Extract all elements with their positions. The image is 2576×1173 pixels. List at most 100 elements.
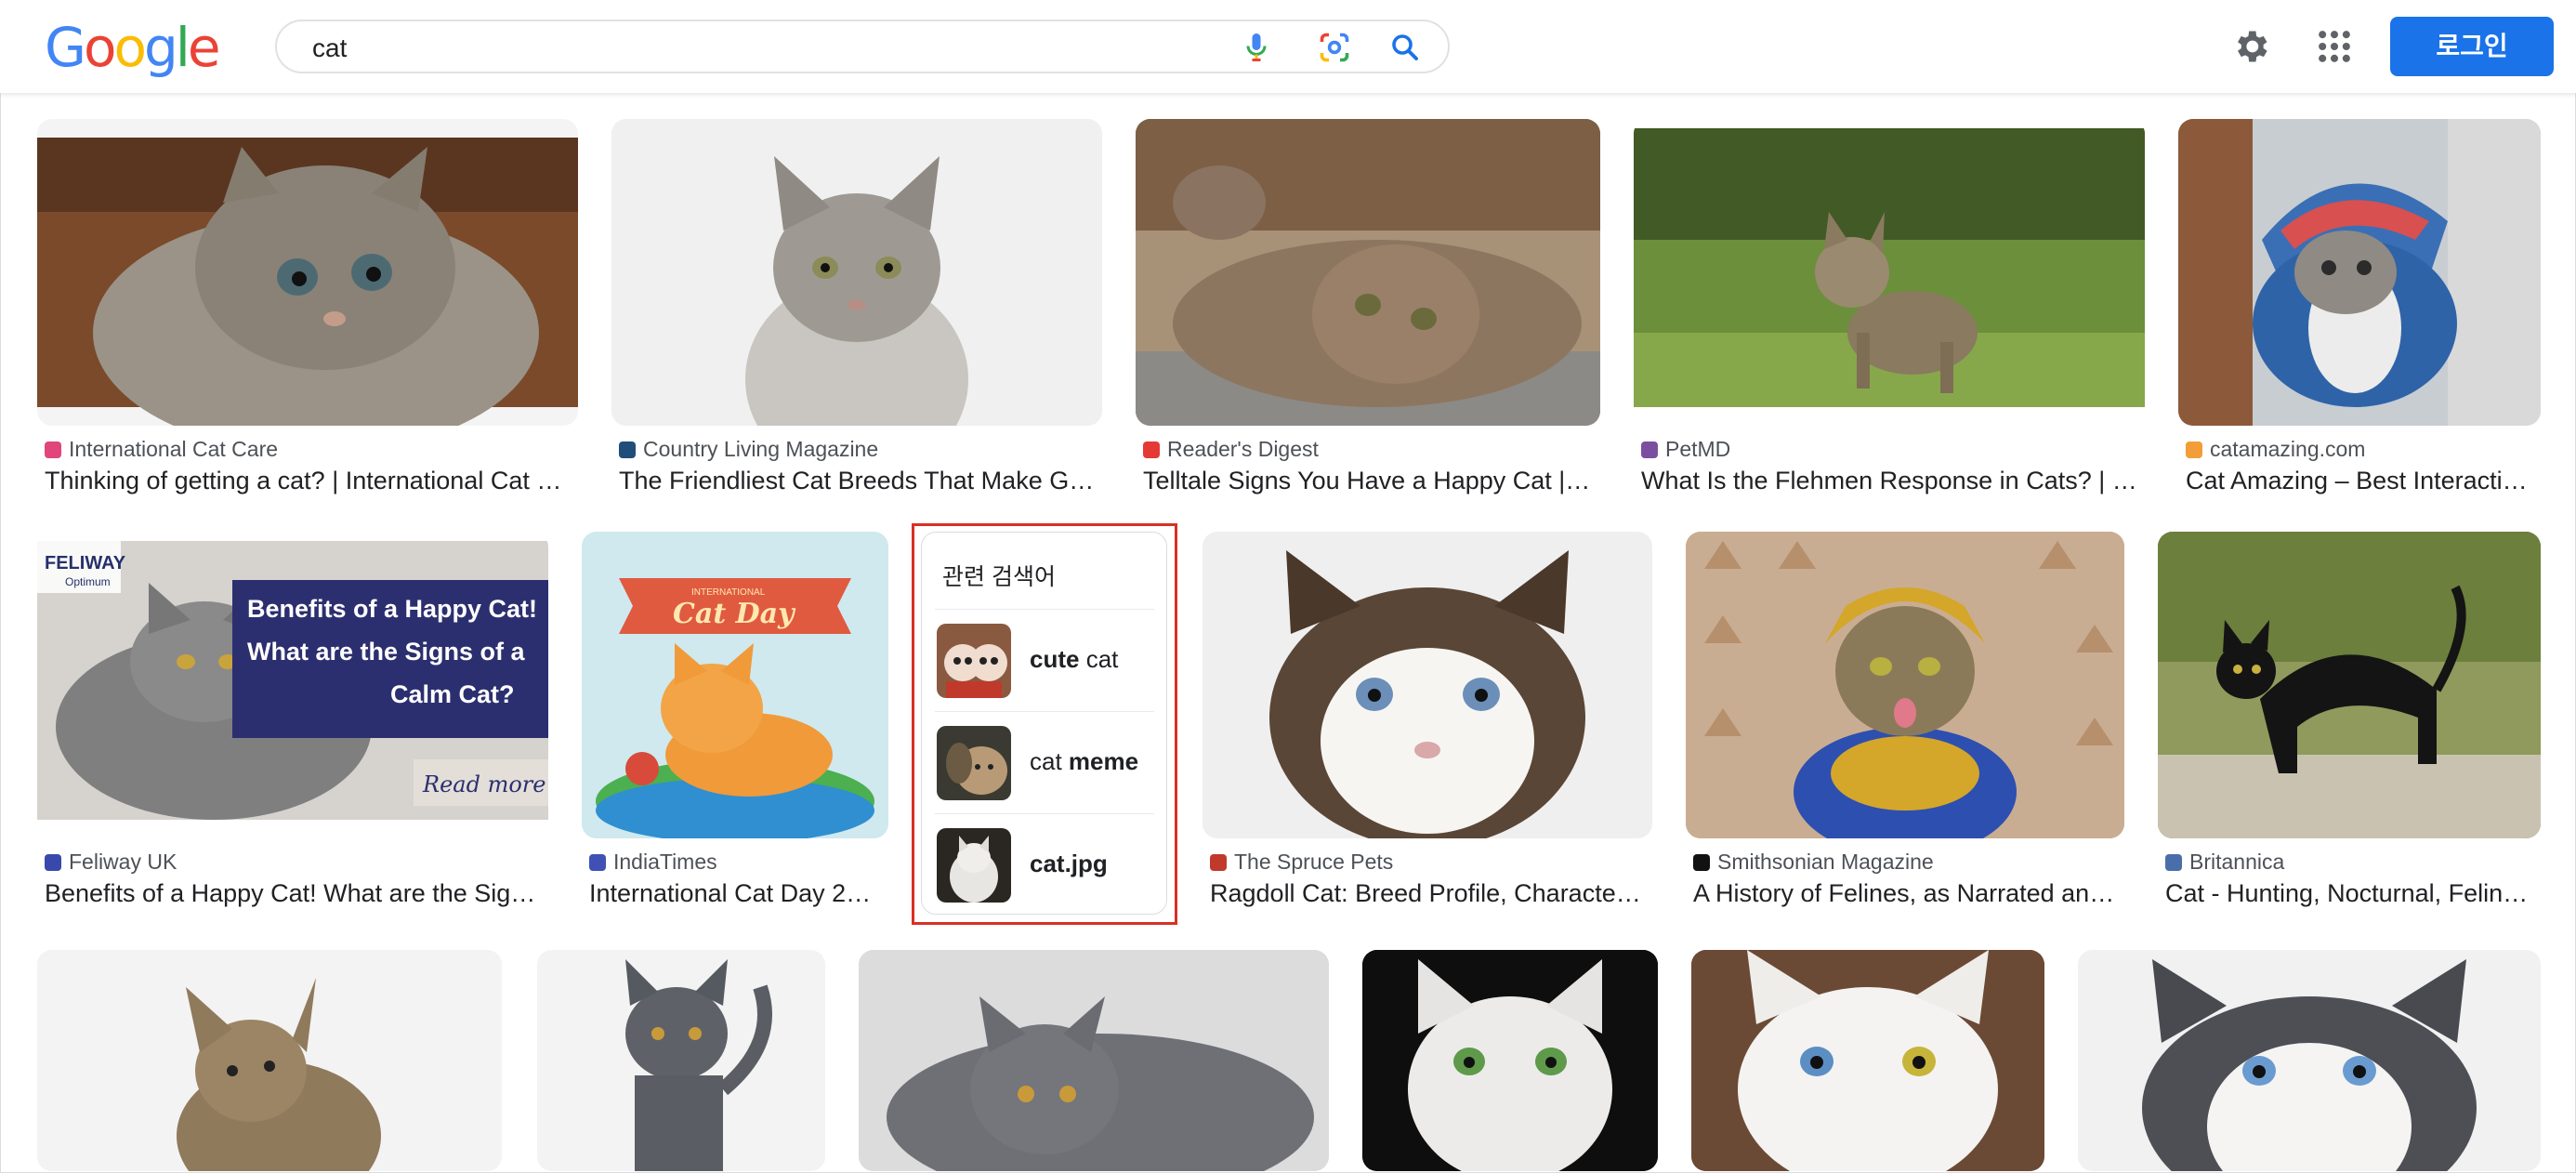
cat-day-small-text: INTERNATIONAL <box>691 587 766 598</box>
site-favicon <box>1143 441 1160 458</box>
result-thumbnail[interactable]: INTERNATIONAL Cat Day <box>582 532 888 838</box>
site-favicon <box>1210 853 1227 871</box>
feliway-banner-image: FELIWAY Optimum Benefits of a Happy Cat!… <box>37 541 548 820</box>
image-result[interactable]: catamazing.com Cat Amazing – Best Intera… <box>2178 119 2541 500</box>
pharaoh-cat-photo <box>1686 532 2124 838</box>
result-thumbnail[interactable] <box>1136 119 1600 426</box>
source-name: Feliway UK <box>69 850 177 874</box>
result-title[interactable]: Thinking of getting a cat? | Internation… <box>45 467 572 495</box>
result-thumbnail[interactable] <box>859 950 1329 1171</box>
result-title[interactable]: Cat - Hunting, Nocturnal, Feline | Brita… <box>2165 879 2535 908</box>
result-thumbnail[interactable] <box>1362 950 1658 1171</box>
kitten-photo <box>37 138 578 426</box>
image-result[interactable]: FELIWAY Optimum Benefits of a Happy Cat!… <box>37 532 548 913</box>
related-search-item[interactable]: cat meme <box>935 711 1154 812</box>
logo-letter: o <box>113 16 146 79</box>
site-favicon <box>2186 441 2202 458</box>
result-source[interactable]: Feliway UK <box>45 850 177 875</box>
result-thumbnail[interactable] <box>2078 950 2541 1171</box>
feliway-read-more-text: Read more <box>422 771 545 797</box>
apps-grid-icon[interactable] <box>2314 26 2355 67</box>
result-thumbnail[interactable] <box>37 950 502 1171</box>
result-source[interactable]: International Cat Care <box>45 437 278 462</box>
related-search-item[interactable]: cat.jpg <box>935 813 1154 915</box>
image-result[interactable]: Country Living Magazine The Friendliest … <box>611 119 1102 500</box>
site-favicon <box>45 441 61 458</box>
related-thumbnail <box>937 828 1011 903</box>
source-name: catamazing.com <box>2210 437 2366 461</box>
feliway-brand-text: FELIWAY <box>45 553 126 573</box>
logo-letter: o <box>83 16 116 79</box>
result-source[interactable]: IndiaTimes <box>589 850 717 875</box>
related-search-label: cat.jpg <box>1030 850 1108 877</box>
image-result[interactable] <box>37 950 502 1171</box>
source-name: Country Living Magazine <box>643 437 879 461</box>
result-source[interactable]: Reader's Digest <box>1143 437 1319 462</box>
result-thumbnail[interactable] <box>1634 119 2145 426</box>
image-result[interactable] <box>2078 950 2541 1171</box>
result-thumbnail[interactable] <box>37 119 578 426</box>
result-source[interactable]: PetMD <box>1641 437 1730 462</box>
related-search-label: cute cat <box>1030 645 1119 673</box>
result-thumbnail[interactable]: FELIWAY Optimum Benefits of a Happy Cat!… <box>37 532 548 838</box>
related-thumbnail <box>937 726 1011 800</box>
result-source[interactable]: Smithsonian Magazine <box>1693 850 1934 875</box>
gray-standing-cat-photo <box>537 950 825 1171</box>
image-result[interactable] <box>859 950 1329 1171</box>
result-source[interactable]: Country Living Magazine <box>619 437 878 462</box>
white-cat-green-eyes-photo <box>1362 950 1658 1171</box>
lying-gray-cat-photo <box>859 950 1329 1171</box>
search-icon[interactable] <box>1388 31 1422 64</box>
result-thumbnail[interactable] <box>1691 950 2044 1171</box>
source-name: IndiaTimes <box>613 850 717 874</box>
image-result[interactable]: Reader's Digest Telltale Signs You Have … <box>1136 119 1600 500</box>
related-search-item[interactable]: cute cat <box>935 609 1154 710</box>
source-name: PetMD <box>1665 437 1731 461</box>
result-title[interactable]: Telltale Signs You Have a Happy Cat | Re… <box>1143 467 1595 495</box>
image-result[interactable] <box>1362 950 1658 1171</box>
image-result[interactable]: The Spruce Pets Ragdoll Cat: Breed Profi… <box>1203 532 1652 913</box>
result-thumbnail[interactable] <box>2178 119 2541 426</box>
google-lens-icon[interactable] <box>1318 31 1351 64</box>
image-result[interactable] <box>537 950 825 1171</box>
result-source[interactable]: Britannica <box>2165 850 2284 875</box>
login-button[interactable]: 로그인 <box>2390 17 2554 76</box>
cat-day-big-text: Cat Day <box>673 598 796 630</box>
odd-eyed-white-cat-photo <box>1691 950 2044 1171</box>
search-input[interactable] <box>310 29 1243 68</box>
result-title[interactable]: Ragdoll Cat: Breed Profile, Characterist… <box>1210 879 1647 908</box>
result-thumbnail[interactable] <box>1203 532 1652 838</box>
result-title[interactable]: A History of Felines, as Narrated and Il… <box>1693 879 2119 908</box>
source-name: Smithsonian Magazine <box>1717 850 1934 874</box>
result-title[interactable]: International Cat Day 2023 <box>589 879 883 908</box>
result-source[interactable]: catamazing.com <box>2186 437 2365 462</box>
search-box[interactable] <box>275 20 1450 73</box>
result-title[interactable]: Benefits of a Happy Cat! What are the Si… <box>45 879 543 908</box>
image-result[interactable]: INTERNATIONAL Cat Day IndiaTimes Interna… <box>582 532 888 913</box>
image-result[interactable] <box>1691 950 2044 1171</box>
image-result[interactable]: Smithsonian Magazine A History of Feline… <box>1686 532 2124 913</box>
feliway-sub-text: Optimum <box>65 575 111 588</box>
related-searches-panel: 관련 검색어 cute cat cat meme cat.jpg <box>921 532 1167 915</box>
grass-cat-photo <box>1634 128 2145 407</box>
result-title[interactable]: The Friendliest Cat Breeds That Make Gre… <box>619 467 1097 495</box>
result-source[interactable]: The Spruce Pets <box>1210 850 1393 875</box>
result-thumbnail[interactable] <box>2158 532 2541 838</box>
black-cat-photo <box>2158 532 2541 838</box>
image-result[interactable]: Britannica Cat - Hunting, Nocturnal, Fel… <box>2158 532 2541 913</box>
top-bar: G o o g l e cat 로그인 <box>0 0 2576 93</box>
result-title[interactable]: What Is the Flehmen Response in Cats? | … <box>1641 467 2139 495</box>
image-result[interactable]: PetMD What Is the Flehmen Response in Ca… <box>1634 119 2145 500</box>
result-title[interactable]: Cat Amazing – Best Interactive Cat Toys <box>2186 467 2535 495</box>
result-thumbnail[interactable] <box>1686 532 2124 838</box>
image-result[interactable]: International Cat Care Thinking of getti… <box>37 119 578 500</box>
gray-cat-photo <box>611 119 1102 426</box>
feliway-headline-1: Benefits of a Happy Cat! <box>247 595 537 623</box>
gear-icon[interactable] <box>2230 26 2271 67</box>
source-name: Britannica <box>2189 850 2285 874</box>
result-thumbnail[interactable] <box>537 950 825 1171</box>
microphone-icon[interactable] <box>1240 31 1273 64</box>
google-logo[interactable]: G o o g l e <box>45 16 221 79</box>
result-thumbnail[interactable] <box>611 119 1102 426</box>
ragdoll-blue-eyes-photo <box>2078 950 2541 1171</box>
